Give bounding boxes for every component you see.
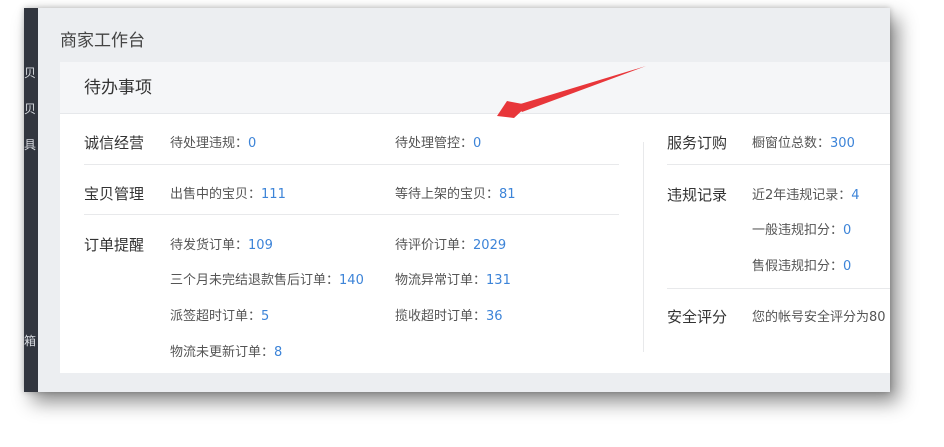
divider: [84, 214, 619, 215]
waiting-listing-link[interactable]: 81: [499, 187, 516, 202]
separator: ：: [460, 136, 474, 151]
column-divider: [643, 142, 644, 352]
separator: ：: [235, 136, 249, 151]
sidebar-fragment[interactable]: 箱: [24, 332, 38, 349]
sidebar-fragment[interactable]: 具: [24, 136, 38, 153]
to-ship-item: 待发货订单：109: [170, 234, 273, 253]
waiting-listing-label: 等待上架的宝贝: [395, 187, 487, 202]
page-title: 商家工作台: [60, 31, 145, 51]
separator: ：: [261, 345, 275, 360]
delivery-timeout-label: 派签超时订单: [170, 309, 249, 324]
general-deduct-label: 一般违规扣分: [752, 223, 831, 238]
security-label: 安全评分: [667, 308, 728, 326]
separator: ：: [830, 259, 844, 274]
logistics-abnormal-label: 物流异常订单: [395, 273, 474, 288]
pending-controls-item: 待处理管控：0: [395, 132, 481, 151]
separator: ：: [326, 273, 340, 288]
to-review-label: 待评价订单: [395, 238, 461, 253]
sidebar-fragment[interactable]: 贝: [24, 100, 38, 117]
screenshot-frame: 贝 贝 具 箱 商家工作台 待办事项 诚信经营 待处理违规：0 待处理管控：0 …: [24, 8, 890, 392]
to-ship-link[interactable]: 109: [248, 238, 273, 253]
pickup-timeout-label: 揽收超时订单: [395, 309, 474, 324]
logistics-not-updated-label: 物流未更新订单: [170, 345, 262, 360]
to-review-link[interactable]: 2029: [473, 238, 506, 253]
to-review-item: 待评价订单：2029: [395, 234, 506, 253]
separator: ：: [248, 309, 262, 324]
todo-panel: 待办事项 诚信经营 待处理违规：0 待处理管控：0 宝贝管理 出售中的宝贝：11…: [60, 62, 890, 373]
on-sale-label: 出售中的宝贝: [170, 187, 249, 202]
fake-deduct-label: 售假违规扣分: [752, 259, 831, 274]
showcase-total-link[interactable]: 300: [830, 136, 855, 151]
divider: [84, 164, 619, 165]
separator: ：: [830, 223, 844, 238]
service-label: 服务订购: [667, 134, 728, 152]
delivery-timeout-link[interactable]: 5: [261, 309, 269, 324]
showcase-total-item: 橱窗位总数：300: [752, 132, 855, 151]
recent-2y-link[interactable]: 4: [851, 188, 859, 203]
divider: [667, 288, 890, 289]
pending-violations-item: 待处理违规：0: [170, 132, 256, 151]
divider: [667, 164, 890, 165]
logistics-abnormal-item: 物流异常订单：131: [395, 269, 511, 288]
logistics-not-updated-item: 物流未更新订单：8: [170, 341, 282, 360]
baby-label: 宝贝管理: [84, 185, 145, 203]
refund-after-sale-item: 三个月未完结退款售后订单：140: [170, 269, 364, 288]
fake-deduct-item: 售假违规扣分：0: [752, 255, 851, 274]
separator: ：: [235, 238, 249, 253]
left-sidebar: 贝 贝 具 箱: [24, 8, 38, 392]
pending-controls-link[interactable]: 0: [473, 136, 481, 151]
security-score-text: 您的帐号安全评分为80: [752, 310, 886, 325]
violation-records-label: 违规记录: [667, 186, 728, 204]
pickup-timeout-item: 揽收超时订单：36: [395, 305, 503, 324]
showcase-total-label: 橱窗位总数: [752, 136, 818, 151]
logistics-abnormal-link[interactable]: 131: [486, 273, 511, 288]
on-sale-link[interactable]: 111: [261, 187, 286, 202]
general-deduct-item: 一般违规扣分：0: [752, 219, 851, 238]
separator: ：: [817, 136, 831, 151]
integrity-label: 诚信经营: [84, 134, 145, 152]
separator: ：: [838, 188, 852, 203]
on-sale-item: 出售中的宝贝：111: [170, 183, 286, 202]
general-deduct-link[interactable]: 0: [843, 223, 851, 238]
refund-after-sale-label: 三个月未完结退款售后订单: [170, 273, 327, 288]
fake-deduct-link[interactable]: 0: [843, 259, 851, 274]
waiting-listing-item: 等待上架的宝贝：81: [395, 183, 516, 202]
delivery-timeout-item: 派签超时订单：5: [170, 305, 269, 324]
recent-2y-label: 近2年违规记录: [752, 188, 839, 203]
pending-violations-label: 待处理违规: [170, 136, 236, 151]
pending-violations-link[interactable]: 0: [248, 136, 256, 151]
logistics-not-updated-link[interactable]: 8: [274, 345, 282, 360]
separator: ：: [486, 187, 500, 202]
recent-2y-item: 近2年违规记录：4: [752, 184, 860, 203]
to-ship-label: 待发货订单: [170, 238, 236, 253]
separator: ：: [248, 187, 262, 202]
separator: ：: [473, 309, 487, 324]
pending-controls-label: 待处理管控: [395, 136, 461, 151]
pickup-timeout-link[interactable]: 36: [486, 309, 503, 324]
orders-label: 订单提醒: [84, 236, 145, 254]
separator: ：: [460, 238, 474, 253]
sidebar-fragment[interactable]: 贝: [24, 64, 38, 81]
separator: ：: [473, 273, 487, 288]
todo-panel-header: 待办事项: [60, 62, 890, 114]
refund-after-sale-link[interactable]: 140: [339, 273, 364, 288]
